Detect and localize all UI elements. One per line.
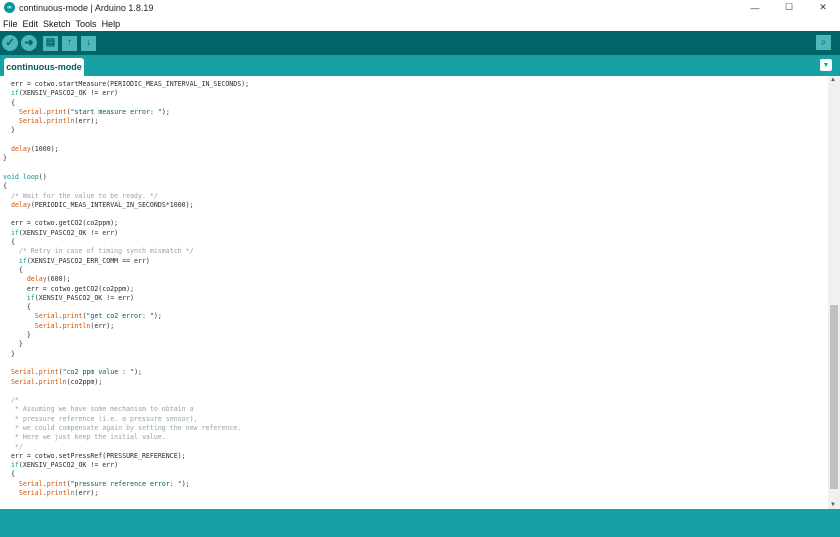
code-line: if(XENSIV_PASCO2_ERR_COMM == err) — [18, 256, 150, 265]
code-line: Serial.println(co2ppm); — [10, 377, 103, 386]
tab-bar: continuous-mode ▼ — [0, 55, 840, 76]
open-sketch-button[interactable]: ↑ — [62, 35, 77, 51]
document-icon: ▤ — [45, 37, 56, 48]
code-line: if(XENSIV_PASCO2_OK != err) — [10, 89, 119, 98]
code-line: void loop() — [3, 172, 47, 181]
new-sketch-button[interactable]: ▤ — [43, 35, 58, 51]
code-line: { — [3, 470, 15, 479]
tab-menu-button[interactable]: ▼ — [820, 59, 832, 71]
code-line: delay(1000); — [10, 145, 59, 154]
arrow-right-icon: ➜ — [24, 36, 34, 49]
code-line: } — [3, 154, 7, 163]
arrow-down-icon: ↓ — [86, 37, 91, 48]
code-line: delay(PERIODIC_MEAS_INTERVAL_IN_SECONDS*… — [10, 200, 194, 209]
code-line: { — [3, 238, 15, 247]
code-line: * Here we just keep the initial value. — [3, 433, 166, 442]
upload-button[interactable]: ➜ — [21, 35, 37, 51]
close-button[interactable]: ✕ — [806, 0, 840, 15]
menu-file[interactable]: File — [3, 19, 18, 29]
arrow-up-icon: ↑ — [67, 37, 72, 48]
save-sketch-button[interactable]: ↓ — [81, 35, 96, 51]
code-line: * we could compensate again by setting t… — [3, 423, 242, 432]
menu-help[interactable]: Help — [102, 19, 121, 29]
maximize-button[interactable]: ☐ — [772, 0, 806, 15]
code-line: /* Retry in case of timing synch mismatc… — [3, 247, 194, 256]
code-line: if(XENSIV_PASCO2_OK != err) — [26, 293, 135, 302]
toolbar: ✓ ➜ ▤ ↑ ↓ ⌕ — [0, 31, 840, 55]
scroll-down-icon[interactable]: ▼ — [830, 502, 836, 508]
vertical-scrollbar[interactable]: ▲ ▼ — [828, 76, 840, 509]
code-line: Serial.print("start measure error: "); — [18, 107, 170, 116]
code-line: } — [3, 331, 31, 340]
code-line: } — [3, 349, 15, 358]
code-line: err = cotwo.getCO2(co2ppm); — [3, 219, 119, 228]
title-bar: ∞ continuous-mode | Arduino 1.8.19 — ☐ ✕ — [0, 0, 840, 15]
serial-monitor-button[interactable]: ⌕ — [816, 35, 831, 50]
scroll-thumb[interactable] — [830, 305, 838, 489]
code-line: delay(600); — [26, 275, 71, 284]
menu-sketch[interactable]: Sketch — [43, 19, 71, 29]
code-line: * pressure reference (i.e. a pressure se… — [3, 414, 198, 423]
code-line: { — [3, 265, 23, 274]
code-line: { — [3, 98, 15, 107]
code-line: * Assuming we have some mechanism to obt… — [3, 405, 194, 414]
window-title: continuous-mode | Arduino 1.8.19 — [19, 2, 154, 13]
code-line: */ — [3, 442, 23, 451]
code-line: if(XENSIV_PASCO2_OK != err) — [10, 228, 119, 237]
tab-continuous-mode[interactable]: continuous-mode — [4, 58, 84, 76]
minimize-button[interactable]: — — [738, 0, 772, 15]
menu-tools[interactable]: Tools — [76, 19, 97, 29]
code-text[interactable]: err = cotwo.startMeasure(PERIODIC_MEAS_I… — [3, 80, 249, 498]
magnifier-icon: ⌕ — [820, 37, 827, 48]
code-line: if(XENSIV_PASCO2_OK != err) — [10, 461, 119, 470]
code-line: Serial.print("co2 ppm value : "); — [10, 368, 143, 377]
menu-edit[interactable]: Edit — [23, 19, 39, 29]
code-editor[interactable]: err = cotwo.startMeasure(PERIODIC_MEAS_I… — [0, 76, 828, 509]
window-controls: — ☐ ✕ — [738, 0, 840, 15]
check-icon: ✓ — [5, 36, 15, 49]
arduino-logo-icon: ∞ — [4, 2, 15, 13]
code-line: Serial.println(err); — [18, 489, 99, 498]
code-line: /* Wait for the value to be ready. */ — [3, 191, 158, 200]
code-line: } — [3, 126, 15, 135]
code-line: Serial.print("get co2 error: "); — [34, 312, 162, 321]
code-line: /* — [3, 396, 19, 405]
menu-bar: File Edit Sketch Tools Help — [0, 17, 840, 30]
code-line: Serial.println(err); — [34, 321, 115, 330]
code-line: Serial.print("pressure reference error: … — [18, 479, 190, 488]
status-bar — [0, 509, 840, 537]
code-line: { — [3, 182, 7, 191]
code-line: { — [3, 303, 31, 312]
chevron-down-icon: ▼ — [822, 61, 830, 69]
code-line: } — [3, 340, 23, 349]
verify-button[interactable]: ✓ — [2, 35, 18, 51]
code-line: err = cotwo.getCO2(co2ppm); — [3, 284, 135, 293]
code-line: err = cotwo.startMeasure(PERIODIC_MEAS_I… — [3, 80, 250, 88]
code-line: err = cotwo.setPressRef(PRESSURE_REFEREN… — [3, 451, 186, 460]
code-line: Serial.println(err); — [18, 117, 99, 126]
scroll-up-icon[interactable]: ▲ — [830, 77, 836, 83]
